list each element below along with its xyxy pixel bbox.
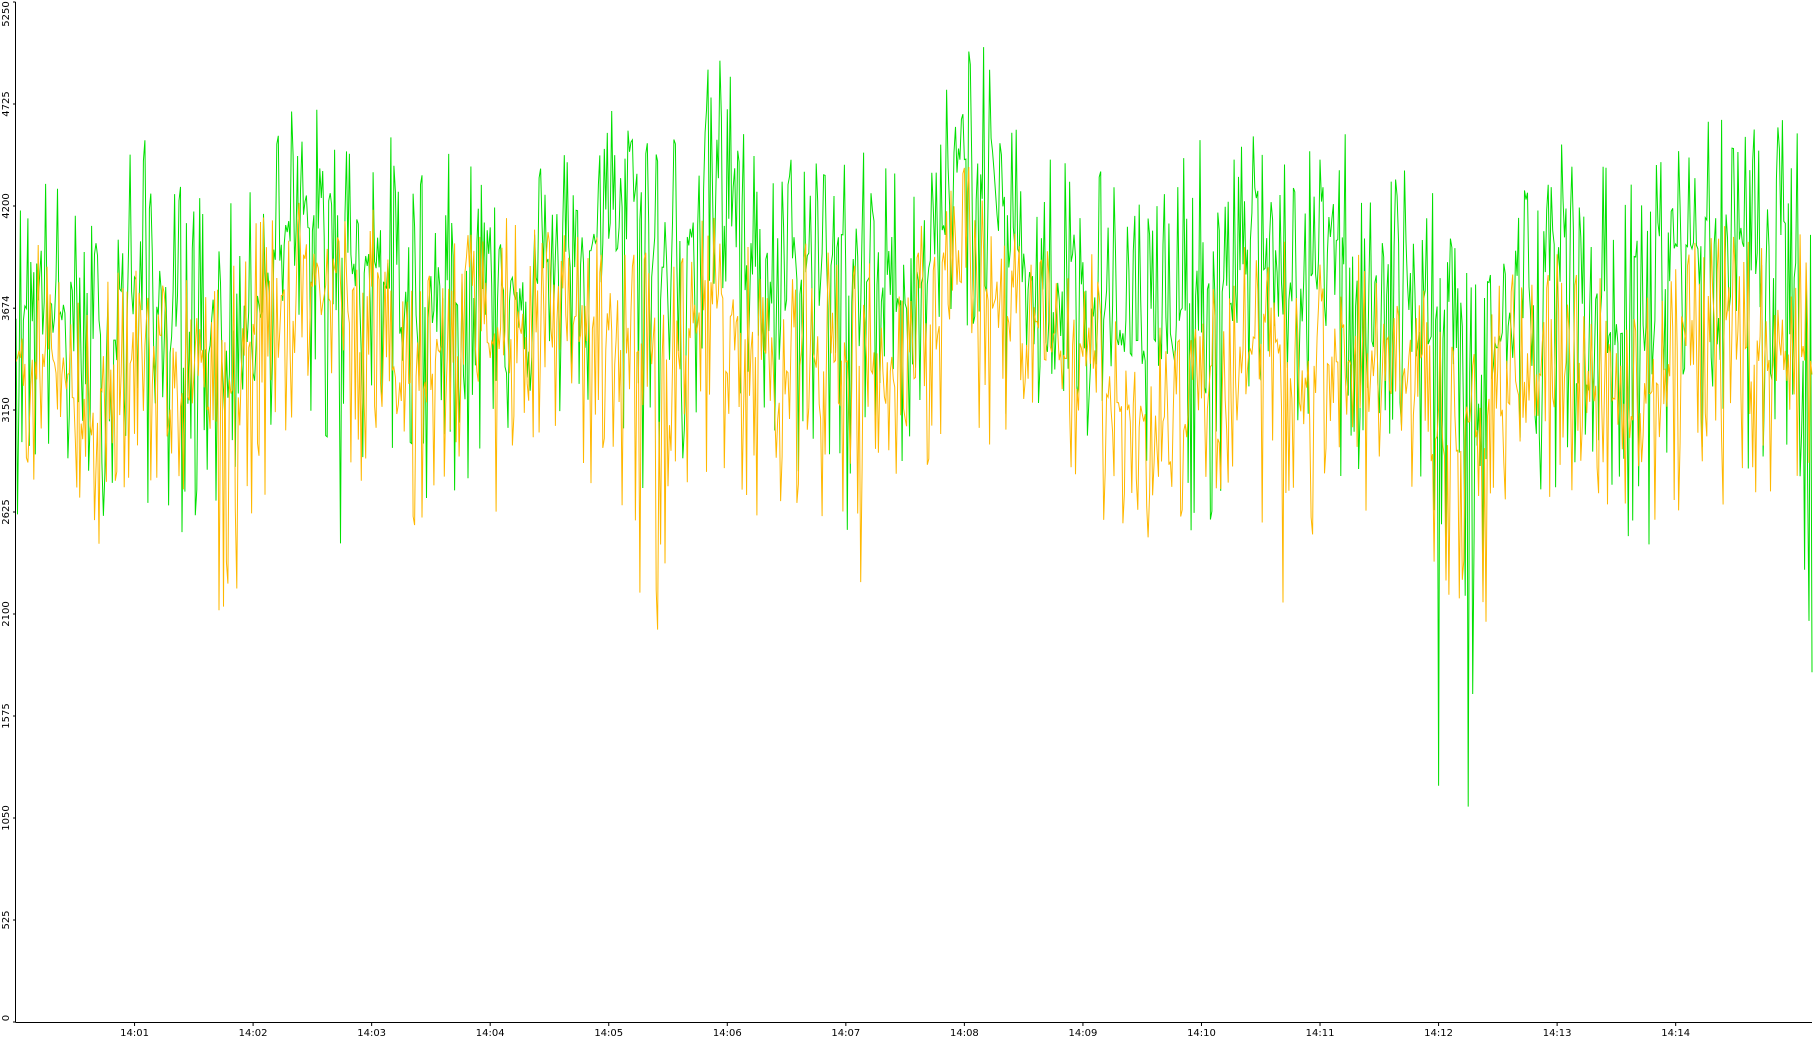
chart: 0 525 1050 1575 2100 2625 3150 3674 4200 4725 5250… — [0, 0, 1815, 1039]
series-layer — [15, 47, 1813, 807]
x-tick-label: 14:10 — [1187, 1028, 1216, 1039]
x-tick-label: 14:02 — [239, 1028, 268, 1039]
x-tick-label: 14:09 — [1069, 1028, 1098, 1039]
x-tick-label: 14:08 — [950, 1028, 979, 1039]
x-tick-label: 14:14 — [1661, 1028, 1690, 1039]
x-tick-label: 14:12 — [1424, 1028, 1453, 1039]
y-tick-label: 2100 — [1, 601, 12, 626]
y-tick-label: 0 — [1, 1015, 12, 1021]
y-tick-label: 4200 — [1, 193, 12, 218]
y-tick-label: 5250 — [1, 1, 12, 26]
y-tick-label: 4725 — [1, 91, 12, 116]
x-tick-label: 14:06 — [713, 1028, 742, 1039]
y-tick-label: 525 — [1, 910, 12, 929]
x-tick-label: 14:13 — [1543, 1028, 1572, 1039]
x-tick-label: 14:11 — [1306, 1028, 1335, 1039]
axes-layer: 0 525 1050 1575 2100 2625 3150 3674 4200 4725 5250… — [1, 1, 1812, 1039]
x-tick-label: 14:04 — [476, 1028, 505, 1039]
chart-svg: 0 525 1050 1575 2100 2625 3150 3674 4200 4725 5250… — [1, 1, 1813, 1039]
x-tick-label: 14:01 — [120, 1028, 149, 1039]
y-tick-label: 2625 — [1, 499, 12, 524]
y-tick-label: 1575 — [1, 703, 12, 728]
y-tick-label: 3674 — [1, 295, 12, 320]
y-tick-label: 3150 — [1, 397, 12, 422]
x-tick-label: 14:03 — [357, 1028, 386, 1039]
x-tick-label: 14:07 — [831, 1028, 860, 1039]
y-tick-label: 1050 — [1, 805, 12, 830]
x-tick-label: 14:05 — [594, 1028, 623, 1039]
